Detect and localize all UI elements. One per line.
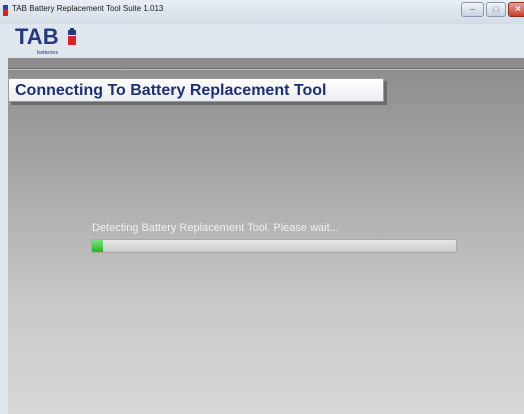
progress-bar (91, 239, 457, 253)
status-message: Detecting Battery Replacement Tool. Plea… (92, 222, 339, 234)
logo-area: TAB batteries (0, 24, 524, 58)
close-icon: ✕ (514, 4, 522, 14)
page-title: Connecting To Battery Replacement Tool (15, 82, 327, 99)
minimize-icon: – (470, 4, 475, 14)
main-panel: Connecting To Battery Replacement Tool D… (8, 58, 524, 414)
maximize-icon: □ (493, 4, 499, 14)
title-bar[interactable]: TAB Battery Replacement Tool Suite 1.013… (0, 0, 524, 24)
divider (8, 69, 524, 70)
battery-icon (3, 5, 8, 16)
minimize-button[interactable]: – (461, 2, 484, 17)
logo-battery-icon (68, 28, 76, 45)
progress-fill (92, 240, 103, 252)
maximize-button[interactable]: □ (486, 2, 506, 17)
logo-subtitle: batteries (37, 50, 59, 56)
logo-brand: TAB (15, 24, 59, 49)
header-panel: Connecting To Battery Replacement Tool (8, 78, 384, 102)
app-window: TAB Battery Replacement Tool Suite 1.013… (0, 0, 524, 414)
close-button[interactable]: ✕ (508, 2, 524, 17)
window-title: TAB Battery Replacement Tool Suite 1.013 (12, 4, 164, 13)
